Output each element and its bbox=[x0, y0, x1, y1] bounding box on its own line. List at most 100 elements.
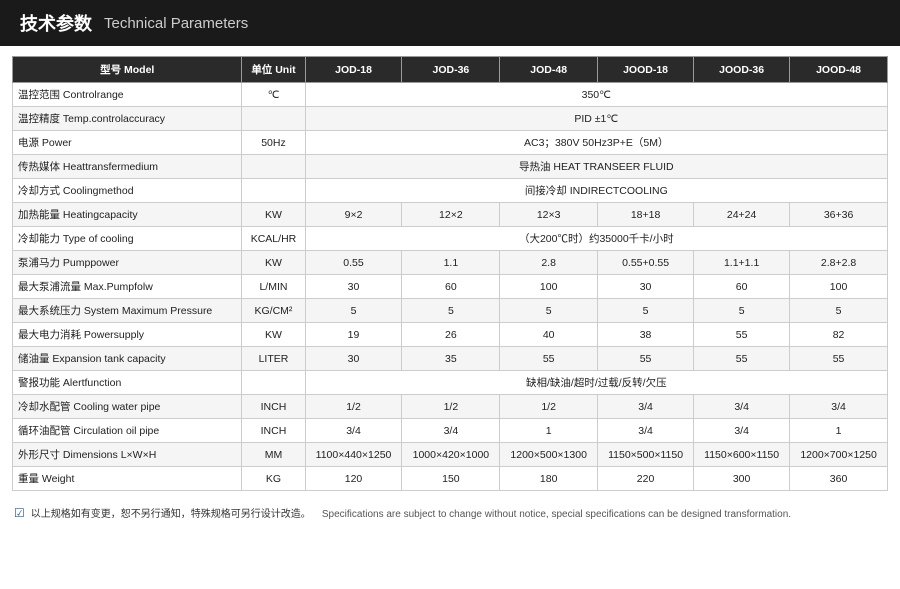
cell-unit: INCH bbox=[242, 419, 305, 443]
cell-span-value: AC3；380V 50Hz3P+E（5M） bbox=[305, 131, 887, 155]
cell-param: 泵浦马力 Pumppower bbox=[13, 251, 242, 275]
cell-value: 5 bbox=[500, 299, 598, 323]
table-row: 最大泵浦流量 Max.PumpfolwL/MIN30601003060100 bbox=[13, 275, 888, 299]
table-row: 电源 Power50HzAC3；380V 50Hz3P+E（5M） bbox=[13, 131, 888, 155]
header-title-en: Technical Parameters bbox=[104, 15, 248, 32]
cell-value: 1150×500×1150 bbox=[598, 443, 694, 467]
cell-value: 30 bbox=[305, 347, 402, 371]
table-row: 温控精度 Temp.controlaccuracyPID ±1℃ bbox=[13, 107, 888, 131]
table-row: 冷却水配管 Cooling water pipeINCH1/21/21/23/4… bbox=[13, 395, 888, 419]
col-jood36: JOOD-36 bbox=[694, 57, 790, 83]
cell-unit: KW bbox=[242, 323, 305, 347]
cell-value: 9×2 bbox=[305, 203, 402, 227]
cell-value: 5 bbox=[790, 299, 888, 323]
footer-icon: ☑ bbox=[14, 506, 25, 520]
cell-param: 电源 Power bbox=[13, 131, 242, 155]
cell-unit: KG/CM² bbox=[242, 299, 305, 323]
table-row: 泵浦马力 PumppowerKW0.551.12.80.55+0.551.1+1… bbox=[13, 251, 888, 275]
page-header: 技术参数 Technical Parameters bbox=[0, 0, 900, 46]
table-row: 冷却方式 Coolingmethod 间接冷却 INDIRECTCOOLING bbox=[13, 179, 888, 203]
cell-unit: 50Hz bbox=[242, 131, 305, 155]
table-body: 温控范围 Controlrange℃350℃温控精度 Temp.controla… bbox=[13, 83, 888, 491]
cell-value: 1000×420×1000 bbox=[402, 443, 500, 467]
table-row: 警报功能 Alertfunction缺相/缺油/超时/过载/反转/欠压 bbox=[13, 371, 888, 395]
cell-value: 30 bbox=[598, 275, 694, 299]
cell-value: 40 bbox=[500, 323, 598, 347]
cell-unit: KW bbox=[242, 203, 305, 227]
cell-param: 储油量 Expansion tank capacity bbox=[13, 347, 242, 371]
cell-unit bbox=[242, 371, 305, 395]
cell-value: 36+36 bbox=[790, 203, 888, 227]
table-row: 加热能量 HeatingcapacityKW9×212×212×318+1824… bbox=[13, 203, 888, 227]
cell-param: 温控精度 Temp.controlaccuracy bbox=[13, 107, 242, 131]
col-model: 型号 Model bbox=[13, 57, 242, 83]
cell-value: 1150×600×1150 bbox=[694, 443, 790, 467]
table-row: 外形尺寸 Dimensions L×W×HMM1100×440×12501000… bbox=[13, 443, 888, 467]
cell-value: 3/4 bbox=[694, 395, 790, 419]
table-header-row: 型号 Model 单位 Unit JOD-18 JOD-36 JOD-48 JO… bbox=[13, 57, 888, 83]
cell-value: 1/2 bbox=[402, 395, 500, 419]
cell-param: 冷却水配管 Cooling water pipe bbox=[13, 395, 242, 419]
cell-value: 3/4 bbox=[694, 419, 790, 443]
cell-span-value: 导热油 HEAT TRANSEER FLUID bbox=[305, 155, 887, 179]
cell-value: 1/2 bbox=[305, 395, 402, 419]
cell-param: 冷却方式 Coolingmethod bbox=[13, 179, 242, 203]
table-row: 最大系统压力 System Maximum PressureKG/CM²5555… bbox=[13, 299, 888, 323]
cell-value: 3/4 bbox=[305, 419, 402, 443]
table-row: 重量 WeightKG120150180220300360 bbox=[13, 467, 888, 491]
cell-unit: KW bbox=[242, 251, 305, 275]
table-row: 传热媒体 Heattransfermedium 导热油 HEAT TRANSEER… bbox=[13, 155, 888, 179]
cell-value: 360 bbox=[790, 467, 888, 491]
cell-value: 38 bbox=[598, 323, 694, 347]
col-jod18: JOD-18 bbox=[305, 57, 402, 83]
col-jod48: JOD-48 bbox=[500, 57, 598, 83]
cell-value: 0.55+0.55 bbox=[598, 251, 694, 275]
cell-unit: INCH bbox=[242, 395, 305, 419]
cell-param: 警报功能 Alertfunction bbox=[13, 371, 242, 395]
cell-param: 重量 Weight bbox=[13, 467, 242, 491]
cell-value: 3/4 bbox=[598, 395, 694, 419]
cell-value: 1200×500×1300 bbox=[500, 443, 598, 467]
table-row: 冷却能力 Type of coolingKCAL/HR（大200℃时）约3500… bbox=[13, 227, 888, 251]
cell-span-value: （大200℃时）约35000千卡/小时 bbox=[305, 227, 887, 251]
cell-unit bbox=[242, 155, 305, 179]
cell-param: 最大电力消耗 Powersupply bbox=[13, 323, 242, 347]
cell-value: 55 bbox=[694, 347, 790, 371]
cell-param: 冷却能力 Type of cooling bbox=[13, 227, 242, 251]
cell-unit bbox=[242, 107, 305, 131]
cell-value: 5 bbox=[694, 299, 790, 323]
cell-value: 220 bbox=[598, 467, 694, 491]
col-jod36: JOD-36 bbox=[402, 57, 500, 83]
cell-value: 120 bbox=[305, 467, 402, 491]
cell-unit bbox=[242, 179, 305, 203]
cell-value: 26 bbox=[402, 323, 500, 347]
cell-span-value: 350℃ bbox=[305, 83, 887, 107]
cell-value: 1200×700×1250 bbox=[790, 443, 888, 467]
cell-value: 2.8+2.8 bbox=[790, 251, 888, 275]
cell-value: 18+18 bbox=[598, 203, 694, 227]
cell-unit: MM bbox=[242, 443, 305, 467]
col-jood48: JOOD-48 bbox=[790, 57, 888, 83]
cell-value: 180 bbox=[500, 467, 598, 491]
cell-value: 35 bbox=[402, 347, 500, 371]
footer: ☑ 以上规格如有变更，恕不另行通知，特殊规格可另行设计改造。 Specifica… bbox=[0, 499, 900, 526]
cell-span-value: 间接冷却 INDIRECTCOOLING bbox=[305, 179, 887, 203]
cell-value: 3/4 bbox=[790, 395, 888, 419]
cell-unit: LITER bbox=[242, 347, 305, 371]
cell-value: 1 bbox=[790, 419, 888, 443]
cell-value: 12×2 bbox=[402, 203, 500, 227]
cell-unit: L/MIN bbox=[242, 275, 305, 299]
footer-text-en: Specifications are subject to change wit… bbox=[322, 509, 791, 520]
cell-param: 传热媒体 Heattransfermedium bbox=[13, 155, 242, 179]
cell-value: 55 bbox=[694, 323, 790, 347]
header-title-cn: 技术参数 bbox=[20, 10, 92, 36]
cell-unit: KCAL/HR bbox=[242, 227, 305, 251]
cell-param: 温控范围 Controlrange bbox=[13, 83, 242, 107]
cell-param: 外形尺寸 Dimensions L×W×H bbox=[13, 443, 242, 467]
cell-value: 12×3 bbox=[500, 203, 598, 227]
cell-value: 3/4 bbox=[598, 419, 694, 443]
cell-value: 30 bbox=[305, 275, 402, 299]
cell-unit: ℃ bbox=[242, 83, 305, 107]
cell-value: 55 bbox=[500, 347, 598, 371]
cell-value: 5 bbox=[402, 299, 500, 323]
